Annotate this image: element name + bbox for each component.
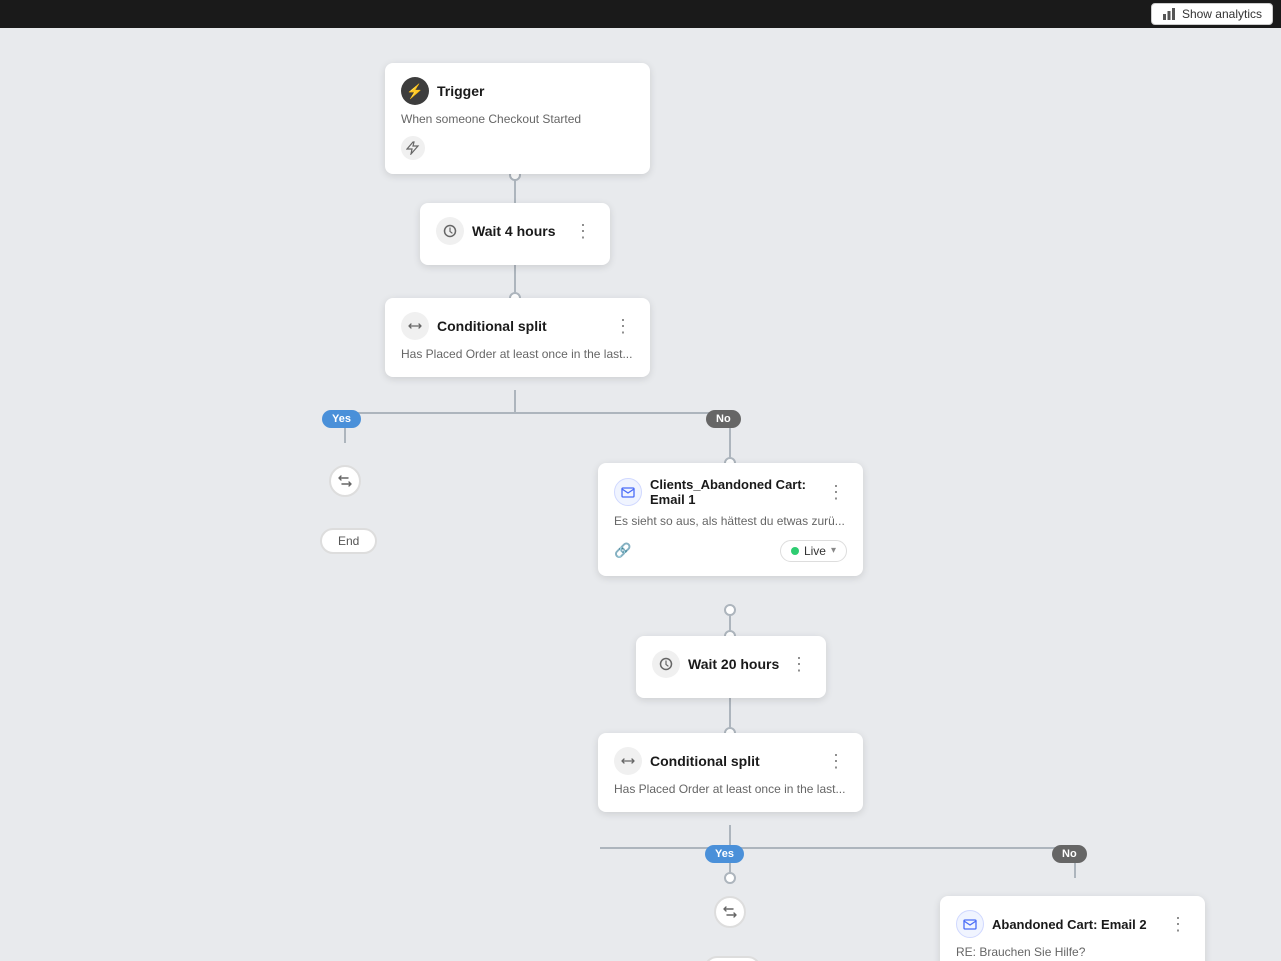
email1-header: Clients_Abandoned Cart: Email 1 ⋮ <box>614 477 847 507</box>
email2-icon <box>956 910 984 938</box>
conditional1-icon <box>401 312 429 340</box>
conditional1-node: Conditional split ⋮ Has Placed Order at … <box>385 298 650 377</box>
conditional2-title: Conditional split <box>650 753 760 769</box>
trigger-node: ⚡ Trigger When someone Checkout Started <box>385 63 650 174</box>
trigger-icon-row <box>401 136 634 160</box>
wait1-more-button[interactable]: ⋮ <box>572 222 594 240</box>
email1-footer: 🔗 Live ▾ <box>614 540 847 562</box>
wait1-title: Wait 4 hours <box>472 223 556 239</box>
no-label-2: No <box>1052 845 1087 863</box>
trigger-title-row: ⚡ Trigger <box>401 77 484 105</box>
email2-subtitle: RE: Brauchen Sie Hilfe? <box>956 944 1189 961</box>
swap-node-2[interactable] <box>714 896 746 928</box>
bar-chart-icon <box>1162 7 1176 21</box>
trigger-title: Trigger <box>437 83 484 99</box>
no-label-1: No <box>706 410 741 428</box>
wait2-title: Wait 20 hours <box>688 656 779 672</box>
end-node-1: End <box>320 528 377 554</box>
conditional2-more-button[interactable]: ⋮ <box>825 752 847 770</box>
conditional1-more-button[interactable]: ⋮ <box>612 317 634 335</box>
conditional2-title-row: Conditional split <box>614 747 760 775</box>
top-bar: Show analytics <box>0 0 1281 28</box>
conditional2-header: Conditional split ⋮ <box>614 747 847 775</box>
email1-subtitle: Es sieht so aus, als hättest du etwas zu… <box>614 513 847 530</box>
live-chevron-icon: ▾ <box>831 545 836 556</box>
wait2-title-row: Wait 20 hours <box>652 650 779 678</box>
email1-title-row: Clients_Abandoned Cart: Email 1 <box>614 477 825 507</box>
wait2-icon <box>652 650 680 678</box>
trigger-subtitle: When someone Checkout Started <box>401 111 634 128</box>
trigger-sub-icon <box>401 136 425 160</box>
email1-more-button[interactable]: ⋮ <box>825 483 847 501</box>
trigger-header: ⚡ Trigger <box>401 77 634 105</box>
wait2-more-button[interactable]: ⋮ <box>788 655 810 673</box>
live-dot <box>791 547 799 555</box>
conditional2-icon <box>614 747 642 775</box>
email1-status: Live <box>804 544 826 558</box>
wait1-header: Wait 4 hours ⋮ <box>436 217 594 245</box>
email2-title-row: Abandoned Cart: Email 2 <box>956 910 1147 938</box>
conditional1-subtitle: Has Placed Order at least once in the la… <box>401 346 634 363</box>
wait2-node: Wait 20 hours ⋮ <box>636 636 826 698</box>
wait2-header: Wait 20 hours ⋮ <box>652 650 810 678</box>
conditional2-subtitle: Has Placed Order at least once in the la… <box>614 781 847 798</box>
wait1-node: Wait 4 hours ⋮ <box>420 203 610 265</box>
show-analytics-label: Show analytics <box>1182 7 1262 21</box>
email1-title: Clients_Abandoned Cart: Email 1 <box>650 477 825 507</box>
wait1-title-row: Wait 4 hours <box>436 217 556 245</box>
wait1-icon <box>436 217 464 245</box>
email1-icon <box>614 478 642 506</box>
yes-label-2: Yes <box>705 845 744 863</box>
end-node-2: End <box>704 956 761 961</box>
email1-live-badge[interactable]: Live ▾ <box>780 540 847 562</box>
email1-attachment-icon: 🔗 <box>614 542 631 559</box>
email2-more-button[interactable]: ⋮ <box>1167 915 1189 933</box>
email2-header: Abandoned Cart: Email 2 ⋮ <box>956 910 1189 938</box>
swap-node-1[interactable] <box>329 465 361 497</box>
trigger-icon: ⚡ <box>401 77 429 105</box>
conditional1-header: Conditional split ⋮ <box>401 312 634 340</box>
conditional2-node: Conditional split ⋮ Has Placed Order at … <box>598 733 863 812</box>
conditional1-title-row: Conditional split <box>401 312 547 340</box>
conditional1-title: Conditional split <box>437 318 547 334</box>
show-analytics-button[interactable]: Show analytics <box>1151 3 1273 25</box>
email2-title: Abandoned Cart: Email 2 <box>992 917 1147 932</box>
yes-label-1: Yes <box>322 410 361 428</box>
workflow-canvas: ⚡ Trigger When someone Checkout Started <box>0 28 1281 961</box>
email1-node: Clients_Abandoned Cart: Email 1 ⋮ Es sie… <box>598 463 863 576</box>
email2-node: Abandoned Cart: Email 2 ⋮ RE: Brauchen S… <box>940 896 1205 961</box>
